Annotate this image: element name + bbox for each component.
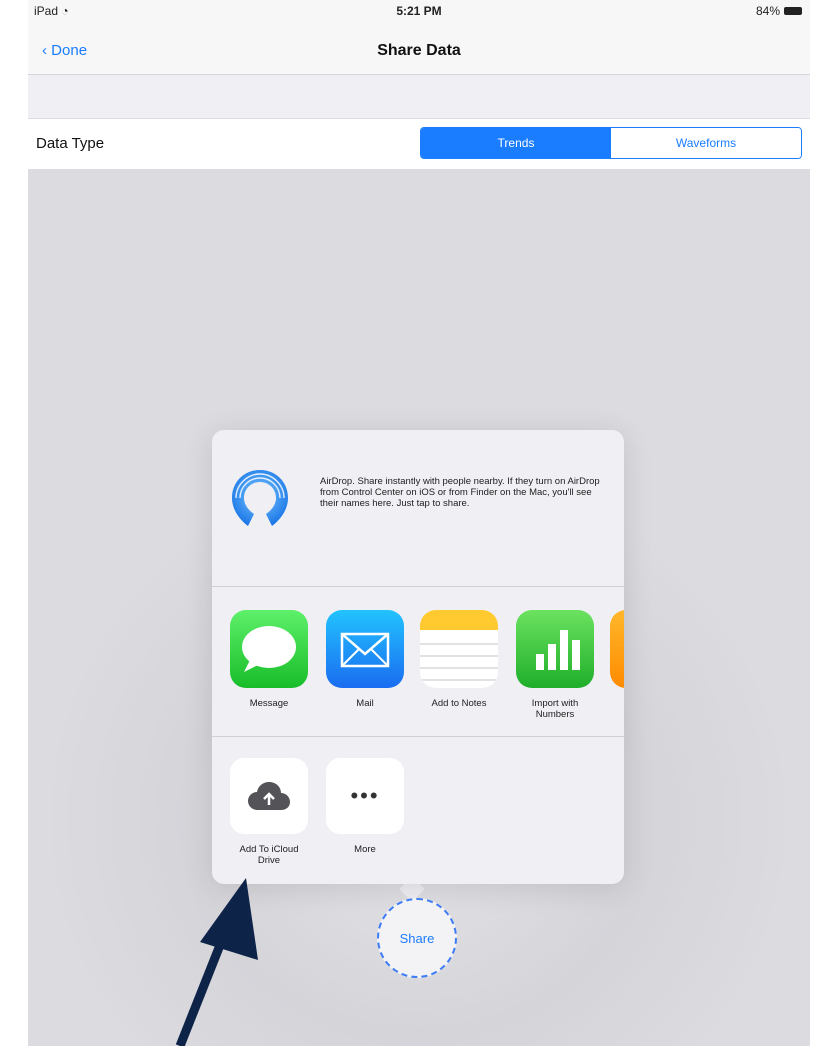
share-app-message[interactable]: Message: [230, 610, 308, 709]
share-actions-row: Add To iCloud Drive ••• More: [212, 738, 624, 884]
mail-icon: [326, 610, 404, 688]
airdrop-section[interactable]: AirDrop. Share instantly with people nea…: [212, 430, 624, 587]
share-app-numbers-label: Import with Numbers: [531, 698, 579, 720]
page-title: Share Data: [377, 42, 461, 59]
data-type-row: Data Type Trends Waveforms: [28, 118, 810, 170]
share-button[interactable]: Share: [377, 898, 457, 978]
segment-trends[interactable]: Trends: [421, 128, 611, 158]
segment-waveforms[interactable]: Waveforms: [611, 128, 801, 158]
battery-icon: [784, 7, 802, 15]
app-icon-partial: [610, 610, 624, 688]
share-app-notes-label: Add to Notes: [431, 698, 487, 709]
share-app-mail[interactable]: Mail: [326, 610, 404, 709]
icloud-upload-icon: [248, 782, 290, 810]
airdrop-icon: [232, 470, 288, 526]
share-app-numbers[interactable]: Import with Numbers: [516, 610, 594, 720]
ipad-screen: iPad ◔ 5:21 PM 84% ‹ Done Share Data Dat…: [28, 0, 810, 1046]
action-icloud-drive[interactable]: Add To iCloud Drive: [230, 758, 308, 866]
action-more-label: More: [354, 844, 376, 855]
battery-status: 84%: [756, 4, 802, 18]
share-apps-row: Message Mail Add to Notes Import with Nu…: [212, 588, 624, 737]
share-sheet: AirDrop. Share instantly with people nea…: [212, 430, 624, 884]
status-time: 5:21 PM: [396, 4, 442, 18]
action-icloud-drive-label: Add To iCloud Drive: [239, 844, 299, 866]
message-icon: [230, 610, 308, 688]
data-type-label: Data Type: [36, 135, 105, 152]
share-app-message-label: Message: [249, 698, 289, 709]
action-more[interactable]: ••• More: [326, 758, 404, 855]
share-app-notes[interactable]: Add to Notes: [420, 610, 498, 709]
share-app-partial[interactable]: [610, 610, 624, 688]
navigation-bar: ‹ Done Share Data: [28, 22, 810, 75]
notes-icon: [420, 610, 498, 688]
icloud-upload-icon-tile: [230, 758, 308, 834]
more-icon-tile: •••: [326, 758, 404, 834]
battery-percent: 84%: [755, 4, 780, 18]
data-type-segmented-control: Trends Waveforms: [420, 127, 802, 159]
airdrop-description: AirDrop. Share instantly with people nea…: [320, 476, 600, 509]
numbers-icon: [516, 610, 594, 688]
more-icon: •••: [350, 783, 380, 808]
share-app-mail-label: Mail: [356, 698, 374, 709]
status-bar: iPad ◔ 5:21 PM 84%: [28, 0, 810, 22]
